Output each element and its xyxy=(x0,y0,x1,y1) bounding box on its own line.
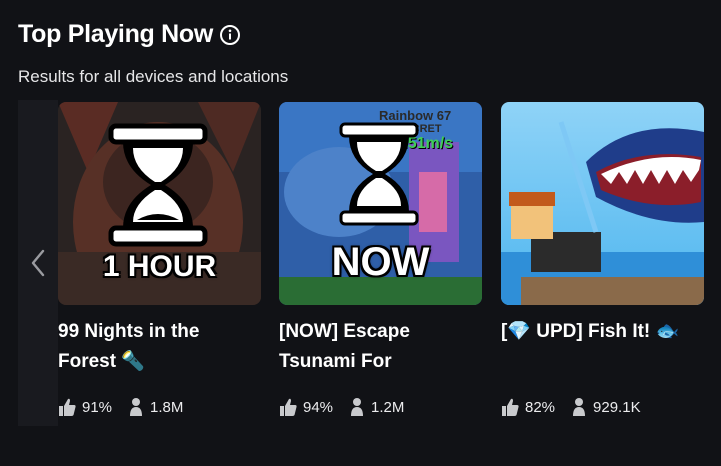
thumbs-up-icon xyxy=(59,398,76,416)
rating-stat: 91% xyxy=(58,397,112,417)
game-thumbnail[interactable]: Rainbow 67 SECRET $6..51m/s NOW xyxy=(279,102,482,305)
game-title[interactable]: [💎 UPD] Fish It! 🐟 xyxy=(501,317,704,377)
info-icon[interactable] xyxy=(219,24,241,46)
players-value: 1.8M xyxy=(150,398,184,416)
players-value: 1.2M xyxy=(371,398,405,416)
game-title-line: Forest 🔦 xyxy=(58,351,146,372)
thumbs-up-icon xyxy=(502,398,519,416)
game-title-line: [💎 UPD] Fish It! 🐟 xyxy=(501,321,680,342)
game-stats: 91% 1.8M xyxy=(58,397,261,417)
game-card[interactable]: Rainbow 67 SECRET $6..51m/s NOW [NOW] Es… xyxy=(279,102,482,417)
rating-value: 91% xyxy=(82,398,113,416)
game-title-line: Tsunami For xyxy=(279,351,392,372)
rating-value: 82% xyxy=(525,398,556,416)
section-title[interactable]: Top Playing Now xyxy=(18,20,213,49)
hourglass-icon xyxy=(339,122,419,226)
rating-stat: 82% xyxy=(501,397,555,417)
game-thumbnail[interactable]: 1 HOUR xyxy=(58,102,261,305)
chevron-left-icon xyxy=(28,248,48,278)
game-title[interactable]: 99 Nights in the Forest 🔦 xyxy=(58,317,261,377)
game-card[interactable]: [💎 UPD] Fish It! 🐟 82% 929.1K xyxy=(501,102,704,417)
players-stat: 1.2M xyxy=(349,397,404,417)
game-stats: 94% 1.2M xyxy=(279,397,482,417)
game-title[interactable]: [NOW] Escape Tsunami For xyxy=(279,317,482,377)
section-subtitle: Results for all devices and locations xyxy=(18,67,289,86)
rating-value: 94% xyxy=(303,398,334,416)
games-carousel: 1 HOUR 99 Nights in the Forest 🔦 91% 1.8… xyxy=(18,100,721,426)
section-header: Top Playing Now Results for all devices … xyxy=(18,20,288,87)
carousel-prev-button[interactable] xyxy=(18,100,58,426)
game-title-line: 99 Nights in the xyxy=(58,321,200,342)
players-value: 929.1K xyxy=(593,398,641,416)
players-stat: 929.1K xyxy=(571,397,641,417)
rating-stat: 94% xyxy=(279,397,333,417)
player-icon xyxy=(351,398,364,416)
game-stats: 82% 929.1K xyxy=(501,397,704,417)
hourglass-icon xyxy=(108,123,208,247)
title-row: Top Playing Now xyxy=(18,20,288,49)
player-icon xyxy=(130,398,143,416)
game-title-line: [NOW] Escape xyxy=(279,321,410,342)
players-stat: 1.8M xyxy=(128,397,183,417)
thumbs-up-icon xyxy=(280,398,297,416)
thumbnail-label: NOW xyxy=(331,240,430,284)
thumbnail-label: 1 HOUR xyxy=(102,250,217,283)
game-card[interactable]: 1 HOUR 99 Nights in the Forest 🔦 91% 1.8… xyxy=(58,102,261,417)
player-icon xyxy=(573,398,586,416)
game-thumbnail[interactable] xyxy=(501,102,704,305)
